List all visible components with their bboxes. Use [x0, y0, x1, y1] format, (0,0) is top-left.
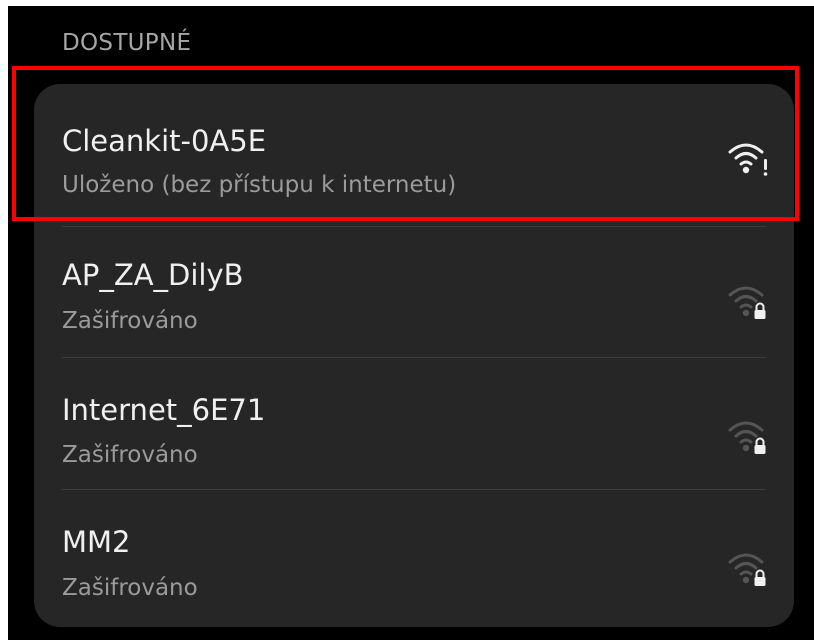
wifi-no-internet-icon	[728, 143, 768, 176]
network-item-ap-za-dilyb[interactable]: AP_ZA_DilyB Zašifrováno	[34, 226, 794, 357]
wifi-locked-icon	[728, 421, 766, 454]
network-status: Zašifrováno	[62, 575, 198, 601]
network-item-internet-6e71[interactable]: Internet_6E71 Zašifrováno	[34, 357, 794, 488]
wifi-locked-icon	[728, 553, 766, 586]
network-name: AP_ZA_DilyB	[62, 258, 244, 292]
network-list: Cleankit-0A5E Uloženo (bez přístupu k in…	[34, 84, 794, 627]
network-status: Zašifrováno	[62, 308, 198, 334]
network-item-cleankit[interactable]: Cleankit-0A5E Uloženo (bez přístupu k in…	[34, 84, 794, 215]
available-networks-header: DOSTUPNÉ	[62, 30, 192, 56]
network-name: Cleankit-0A5E	[62, 124, 267, 158]
network-name: MM2	[62, 525, 131, 559]
network-status: Uloženo (bez přístupu k internetu)	[62, 172, 457, 198]
network-status: Zašifrováno	[62, 442, 198, 468]
wifi-locked-icon	[728, 286, 766, 319]
wifi-settings-screen: DOSTUPNÉ Cleankit-0A5E Uloženo (bez přís…	[8, 6, 814, 640]
network-item-mm2[interactable]: MM2 Zašifrováno	[34, 489, 794, 620]
network-name: Internet_6E71	[62, 393, 266, 427]
